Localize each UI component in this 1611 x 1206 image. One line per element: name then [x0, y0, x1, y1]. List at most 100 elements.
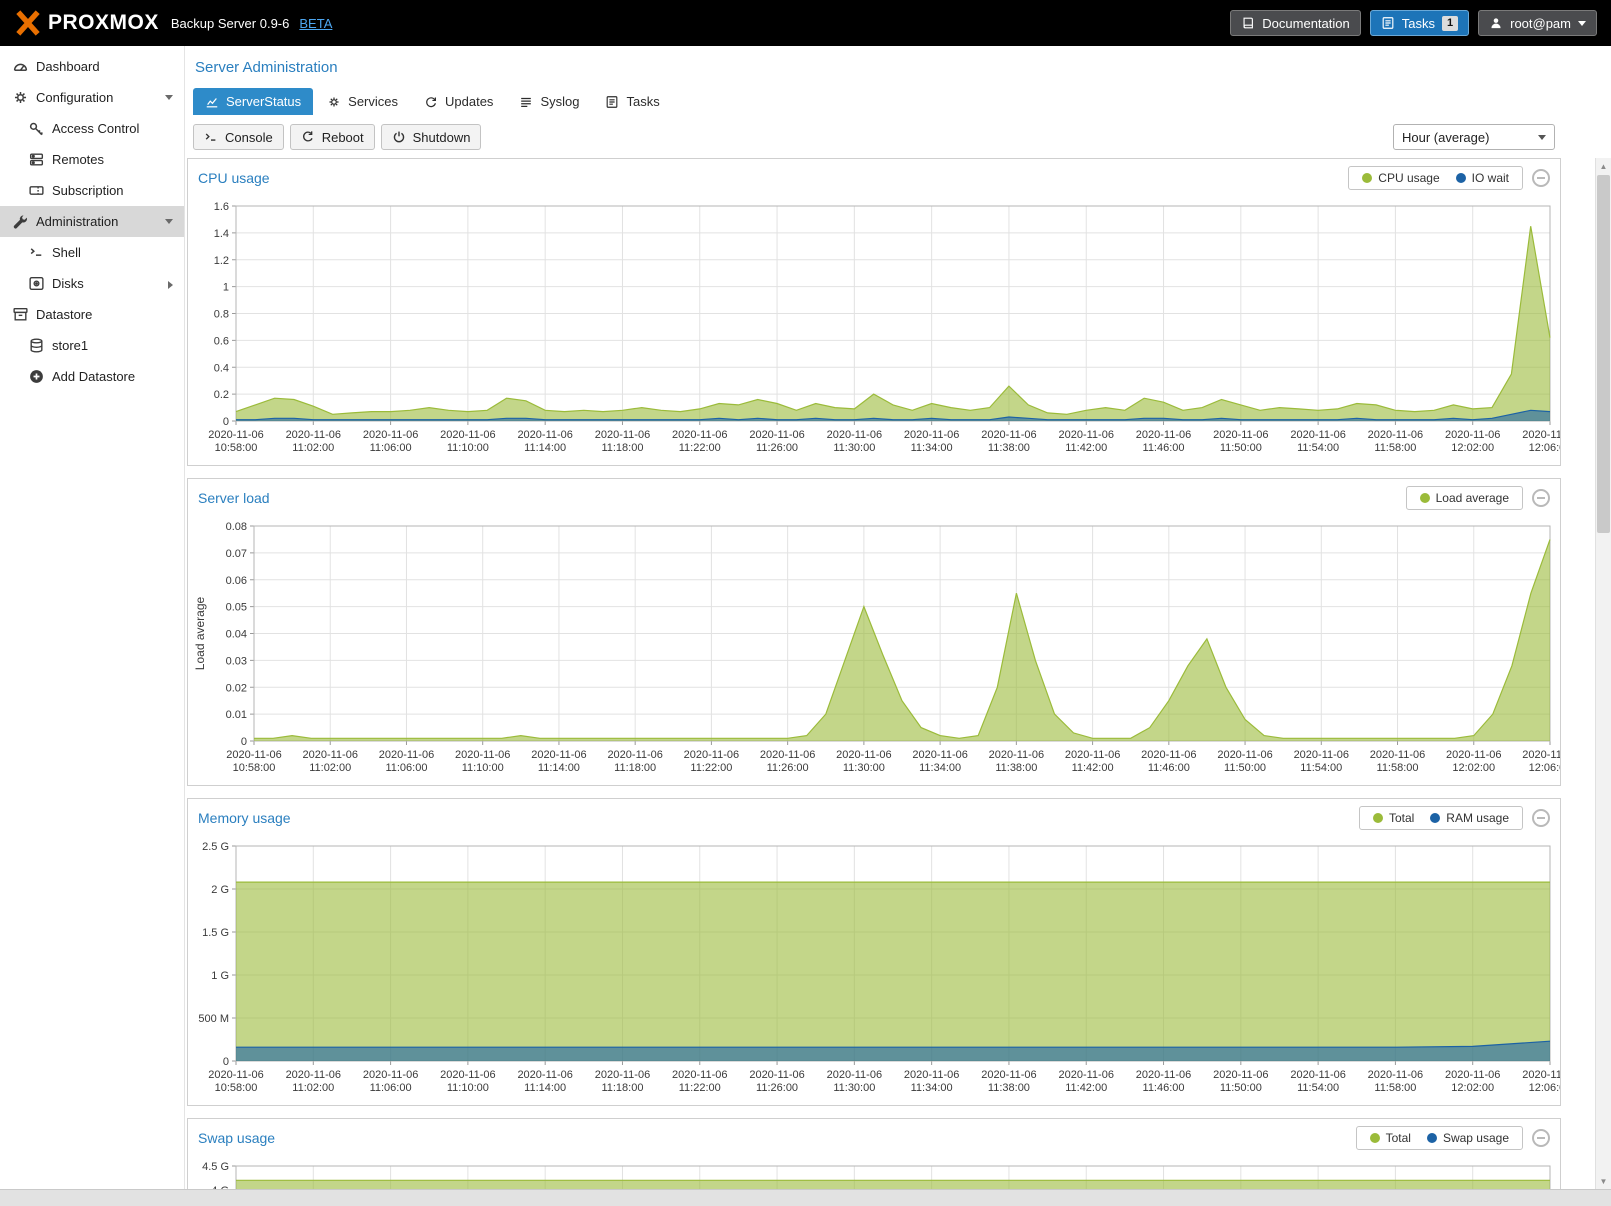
wrench-icon — [12, 213, 29, 230]
legend-item[interactable]: Load average — [1420, 491, 1509, 505]
collapse-panel-button[interactable] — [1532, 489, 1550, 507]
sidebar-item-label: Shell — [52, 245, 81, 260]
svg-text:2020-11-0611:30:00: 2020-11-0611:30:00 — [836, 749, 891, 774]
legend-item[interactable]: Total — [1370, 1131, 1411, 1145]
sidebar-item-store1[interactable]: store1 — [0, 330, 184, 361]
svg-text:2020-11-0611:46:00: 2020-11-0611:46:00 — [1136, 1069, 1191, 1094]
svg-text:2020-11-0611:22:00: 2020-11-0611:22:00 — [672, 429, 727, 454]
svg-text:2020-11-0611:26:00: 2020-11-0611:26:00 — [760, 749, 815, 774]
reboot-button[interactable]: Reboot — [290, 124, 375, 150]
action-toolbar: Console Reboot Shutdown Hour (average) — [185, 115, 1611, 158]
svg-text:2020-11-0611:06:00: 2020-11-0611:06:00 — [379, 749, 434, 774]
svg-text:1.6: 1.6 — [214, 201, 229, 213]
user-menu-button[interactable]: root@pam — [1478, 10, 1597, 36]
svg-text:2020-11-0611:10:00: 2020-11-0611:10:00 — [440, 1069, 495, 1094]
panel-title: Server load — [198, 490, 270, 506]
sidebar-item-add-datastore[interactable]: Add Datastore — [0, 361, 184, 392]
svg-text:2020-11-0611:54:00: 2020-11-0611:54:00 — [1294, 749, 1349, 774]
legend-label: Total — [1389, 811, 1414, 825]
tab-syslog[interactable]: Syslog — [507, 88, 591, 115]
scrollbar-thumb[interactable] — [1597, 175, 1610, 533]
swap-usage-panel: Swap usage TotalSwap usage 0500 M1 G1.5 … — [187, 1118, 1561, 1189]
collapse-panel-button[interactable] — [1532, 809, 1550, 827]
legend-item[interactable]: RAM usage — [1430, 811, 1509, 825]
sidebar-item-subscription[interactable]: Subscription — [0, 175, 184, 206]
svg-text:0.02: 0.02 — [226, 682, 247, 694]
tab-updates[interactable]: Updates — [412, 88, 505, 115]
tasks-icon — [605, 95, 619, 109]
legend-item[interactable]: Total — [1373, 811, 1414, 825]
svg-text:2020-11-0611:26:00: 2020-11-0611:26:00 — [749, 429, 804, 454]
console-button[interactable]: Console — [193, 124, 284, 150]
svg-text:2020-11-0611:14:00: 2020-11-0611:14:00 — [531, 749, 586, 774]
tab-services[interactable]: Services — [315, 88, 410, 115]
sidebar-item-dashboard[interactable]: Dashboard — [0, 51, 184, 82]
beta-link[interactable]: BETA — [299, 16, 332, 31]
shutdown-label: Shutdown — [413, 130, 471, 145]
legend-item[interactable]: Swap usage — [1427, 1131, 1509, 1145]
tab-serverstatus[interactable]: ServerStatus — [193, 88, 313, 115]
legend-item[interactable]: IO wait — [1456, 171, 1509, 185]
tab-bar: ServerStatus Services Updates Syslog Tas… — [185, 79, 1611, 115]
scroll-up-button[interactable]: ▲ — [1596, 158, 1611, 174]
svg-text:2020-11-0611:58:00: 2020-11-0611:58:00 — [1368, 429, 1423, 454]
tasks-count-badge: 1 — [1442, 16, 1458, 31]
scroll-down-button[interactable]: ▼ — [1596, 1173, 1611, 1189]
svg-text:2020-11-0611:42:00: 2020-11-0611:42:00 — [1065, 749, 1120, 774]
sidebar-item-access-control[interactable]: Access Control — [0, 113, 184, 144]
timeframe-combobox[interactable]: Hour (average) — [1393, 124, 1555, 150]
sidebar-item-datastore[interactable]: Datastore — [0, 299, 184, 330]
svg-text:2020-11-0611:26:00: 2020-11-0611:26:00 — [749, 1069, 804, 1094]
collapse-panel-button[interactable] — [1532, 1129, 1550, 1147]
svg-text:2.5 G: 2.5 G — [202, 841, 229, 853]
legend-label: IO wait — [1472, 171, 1509, 185]
shutdown-button[interactable]: Shutdown — [381, 124, 482, 150]
blue-series-dot — [1456, 173, 1466, 183]
legend-label: Swap usage — [1443, 1131, 1509, 1145]
sidebar-item-remotes[interactable]: Remotes — [0, 144, 184, 175]
terminal-icon — [204, 130, 218, 144]
terminal-icon — [28, 244, 45, 261]
svg-text:2020-11-0611:22:00: 2020-11-0611:22:00 — [672, 1069, 727, 1094]
proxmox-logo-icon — [14, 10, 42, 36]
tab-tasks[interactable]: Tasks — [593, 88, 671, 115]
vertical-scrollbar[interactable]: ▲ ▼ — [1595, 158, 1611, 1189]
sidebar-item-label: Disks — [52, 276, 84, 291]
svg-text:1.2: 1.2 — [214, 255, 229, 267]
svg-text:2020-11-0610:58:00: 2020-11-0610:58:00 — [208, 1069, 263, 1094]
svg-text:2020-11-0611:54:00: 2020-11-0611:54:00 — [1290, 429, 1345, 454]
svg-text:2 G: 2 G — [211, 884, 229, 896]
tasks-button[interactable]: Tasks 1 — [1370, 10, 1469, 36]
svg-text:2020-11-0611:46:00: 2020-11-0611:46:00 — [1136, 429, 1191, 454]
svg-text:0: 0 — [223, 1056, 229, 1068]
sidebar-item-administration[interactable]: Administration — [0, 206, 184, 237]
chart-icon — [205, 95, 219, 109]
svg-text:0.8: 0.8 — [214, 309, 229, 321]
syslog-icon — [519, 95, 533, 109]
svg-text:2020-11-0611:38:00: 2020-11-0611:38:00 — [989, 749, 1044, 774]
svg-text:Load average: Load average — [193, 596, 207, 670]
plus-circle-icon — [28, 368, 45, 385]
sidebar-item-shell[interactable]: Shell — [0, 237, 184, 268]
sidebar-item-configuration[interactable]: Configuration — [0, 82, 184, 113]
svg-text:0.06: 0.06 — [226, 575, 247, 587]
svg-text:2020-11-0611:34:00: 2020-11-0611:34:00 — [904, 429, 959, 454]
chevron-down-icon[interactable] — [165, 219, 173, 224]
svg-text:1.5 G: 1.5 G — [202, 927, 229, 939]
tab-label: Updates — [445, 94, 493, 109]
sidebar-item-disks[interactable]: Disks — [0, 268, 184, 299]
svg-text:2020-11-0612:06:00: 2020-11-0612:06:00 — [1522, 1069, 1560, 1094]
svg-text:0.04: 0.04 — [226, 629, 247, 641]
horizontal-scrollbar[interactable] — [0, 1189, 1611, 1206]
svg-text:2020-11-0611:42:00: 2020-11-0611:42:00 — [1059, 1069, 1114, 1094]
documentation-button[interactable]: Documentation — [1230, 10, 1360, 36]
sidebar-item-label: Configuration — [36, 90, 113, 105]
chevron-right-icon[interactable] — [168, 281, 173, 289]
memory-usage-chart: 0500 M1 G1.5 G2 G2.5 G2020-11-0610:58:00… — [188, 836, 1560, 1105]
collapse-panel-button[interactable] — [1532, 169, 1550, 187]
legend-item[interactable]: CPU usage — [1362, 171, 1439, 185]
reboot-label: Reboot — [322, 130, 364, 145]
chevron-down-icon[interactable] — [165, 95, 173, 100]
top-header-bar: PROXMOX Backup Server 0.9-6 BETA Documen… — [0, 0, 1611, 46]
svg-text:4.5 G: 4.5 G — [202, 1161, 229, 1173]
